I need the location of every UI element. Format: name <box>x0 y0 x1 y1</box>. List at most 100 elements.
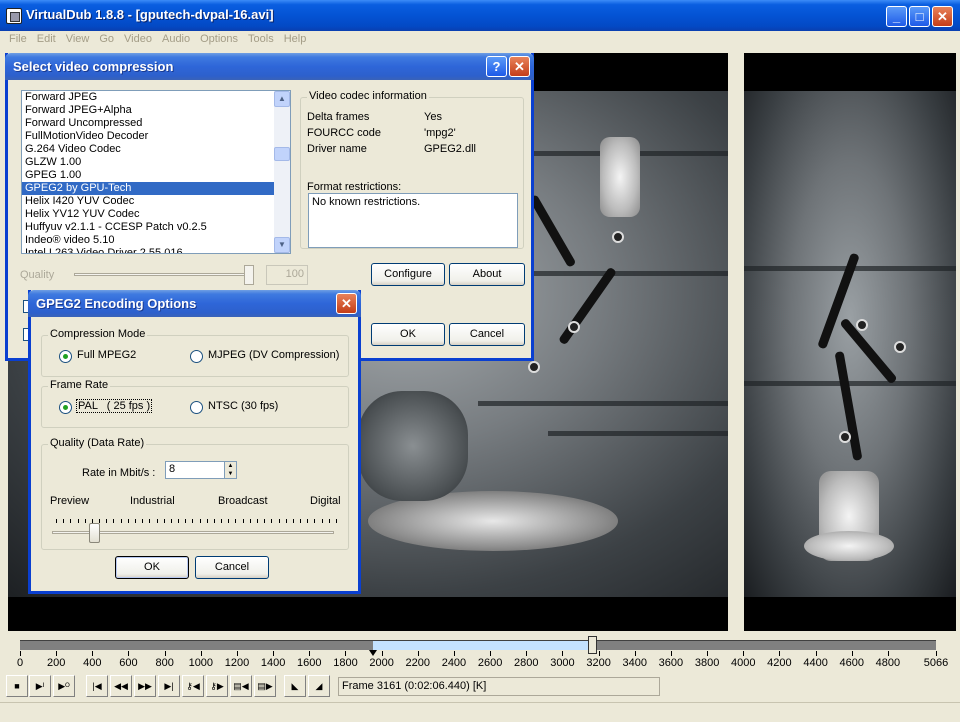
play-input-icon[interactable]: ▶ᴵ <box>29 675 51 697</box>
compression-mode-label: Compression Mode <box>48 328 148 340</box>
timeline-track[interactable] <box>20 636 936 654</box>
quality-value-field[interactable]: 100 <box>266 265 308 285</box>
compression-cancel-button[interactable]: Cancel <box>449 323 525 346</box>
next-key-icon[interactable]: ⚷▶ <box>206 675 228 697</box>
codec-list-item[interactable]: FullMotionVideo Decoder <box>22 130 290 143</box>
go-end-icon[interactable]: ▶| <box>158 675 180 697</box>
quality-slider-thumb[interactable] <box>244 265 254 285</box>
codec-list-item[interactable]: GPEG2 by GPU-Tech <box>22 182 290 195</box>
timeline-tick-label: 4400 <box>803 657 828 669</box>
menu-edit[interactable]: Edit <box>32 31 61 45</box>
codec-list-item[interactable]: Forward Uncompressed <box>22 117 290 130</box>
position-marker[interactable] <box>587 636 597 654</box>
help-button[interactable]: ? <box>486 56 507 77</box>
driver-name-label: Driver name <box>307 143 367 155</box>
gpeg2-cancel-button[interactable]: Cancel <box>195 556 269 579</box>
pal-label[interactable]: PAL ( 25 fps ) <box>75 399 153 413</box>
scroll-thumb[interactable] <box>274 147 290 161</box>
codec-list-item[interactable]: GPEG 1.00 <box>22 169 290 182</box>
next-scene-icon[interactable]: ▤▶ <box>254 675 276 697</box>
slider-tick <box>314 519 316 523</box>
mark-out-icon[interactable]: ◢ <box>308 675 330 697</box>
mjpeg-label[interactable]: MJPEG (DV Compression) <box>208 349 339 361</box>
slider-tick <box>257 519 259 523</box>
slider-tick <box>56 519 57 523</box>
slider-tick <box>300 519 302 523</box>
rate-spinner-icon[interactable]: ▲ ▼ <box>224 461 237 479</box>
codec-list-item[interactable]: Helix YV12 YUV Codec <box>22 208 290 221</box>
app-icon[interactable] <box>6 8 22 24</box>
output-frame-image <box>744 91 956 597</box>
menu-video[interactable]: Video <box>119 31 157 45</box>
menu-help[interactable]: Help <box>279 31 312 45</box>
prev-scene-icon[interactable]: ▤◀ <box>230 675 252 697</box>
codec-list-scrollbar[interactable]: ▲ ▼ <box>274 91 290 253</box>
rate-label: Rate in Mbit/s : <box>82 467 156 479</box>
mark-in-icon[interactable]: ◣ <box>284 675 306 697</box>
slider-tick <box>120 519 122 523</box>
menu-file[interactable]: File <box>0 31 32 45</box>
compression-dialog-title-bar[interactable]: Select video compression ? ✕ <box>5 53 534 80</box>
timeline-tick-label: 1600 <box>297 657 322 669</box>
driver-name-value: GPEG2.dll <box>424 143 476 155</box>
output-video-pane <box>744 53 956 631</box>
codec-list-item[interactable]: Helix I420 YUV Codec <box>22 195 290 208</box>
configure-button[interactable]: Configure <box>371 263 445 286</box>
codec-list[interactable]: Forward JPEG Forward JPEG+Alpha Forward Un… <box>21 90 291 254</box>
timeline-tick-label: 3000 <box>550 657 575 669</box>
maximize-button[interactable]: □ <box>909 6 930 27</box>
codec-list-item[interactable]: Intel I.263 Video Driver 2.55.016 <box>22 247 290 253</box>
codec-list-item[interactable]: G.264 Video Codec <box>22 143 290 156</box>
gpeg2-dialog-title-bar[interactable]: GPEG2 Encoding Options ✕ <box>28 290 361 317</box>
codec-list-item[interactable]: GLZW 1.00 <box>22 156 290 169</box>
compression-dialog-close-button[interactable]: ✕ <box>509 56 530 77</box>
full-mpeg2-label[interactable]: Full MPEG2 <box>77 349 136 361</box>
timeline-tick-label: 3600 <box>658 657 684 669</box>
video-codec-info-label: Video codec information <box>307 90 429 102</box>
menu-go[interactable]: Go <box>94 31 119 45</box>
close-button[interactable]: ✕ <box>932 6 953 27</box>
slider-tick <box>178 519 180 523</box>
mjpeg-radio[interactable] <box>190 350 203 363</box>
selection-start-marker-icon[interactable] <box>368 650 377 656</box>
menu-options[interactable]: Options <box>195 31 243 45</box>
codec-list-item[interactable]: Indeo® video 5.10 <box>22 234 290 247</box>
full-mpeg2-radio[interactable] <box>59 350 72 363</box>
timeline-tick-label: 1000 <box>188 657 214 669</box>
play-output-icon[interactable]: ▶ᴼ <box>53 675 75 697</box>
menu-tools[interactable]: Tools <box>243 31 279 45</box>
codec-list-item[interactable]: Forward JPEG+Alpha <box>22 104 290 117</box>
data-rate-slider-thumb[interactable] <box>89 523 101 543</box>
selection-range <box>372 641 592 650</box>
ntsc-radio[interactable] <box>190 401 203 414</box>
slider-tick <box>206 519 208 523</box>
main-title-bar[interactable]: VirtualDub 1.8.8 - [gputech-dvpal-16.avi… <box>0 0 960 31</box>
go-start-icon[interactable]: |◀ <box>86 675 108 697</box>
about-button[interactable]: About <box>449 263 525 286</box>
next-frame-icon[interactable]: ▶▶ <box>134 675 156 697</box>
slider-tick <box>77 519 79 523</box>
timeline-tick-label: 3800 <box>694 657 720 669</box>
minimize-button[interactable]: _ <box>886 6 907 27</box>
quality-slider-track[interactable] <box>74 273 254 276</box>
menu-audio[interactable]: Audio <box>157 31 195 45</box>
rate-input[interactable]: 8 <box>165 461 225 479</box>
compression-ok-button[interactable]: OK <box>371 323 445 346</box>
slider-tick <box>70 519 72 523</box>
scroll-down-arrow-icon[interactable]: ▼ <box>274 237 290 253</box>
slider-tick <box>271 519 273 523</box>
timeline-tick <box>128 651 130 656</box>
prev-frame-icon[interactable]: ◀◀ <box>110 675 132 697</box>
menu-view[interactable]: View <box>61 31 95 45</box>
ntsc-label[interactable]: NTSC (30 fps) <box>208 400 278 412</box>
timeline-tick-label: 3200 <box>586 657 611 669</box>
gpeg2-dialog-close-button[interactable]: ✕ <box>336 293 357 314</box>
stop-icon[interactable]: ■ <box>6 675 28 697</box>
scroll-up-arrow-icon[interactable]: ▲ <box>274 91 290 107</box>
codec-list-item[interactable]: Forward JPEG <box>22 91 290 104</box>
pal-radio[interactable] <box>59 401 72 414</box>
timeline-tick-label: 2000 <box>369 657 394 669</box>
codec-list-item[interactable]: Huffyuv v2.1.1 - CCESP Patch v0.2.5 <box>22 221 290 234</box>
gpeg2-ok-button[interactable]: OK <box>115 556 189 579</box>
prev-key-icon[interactable]: ⚷◀ <box>182 675 204 697</box>
